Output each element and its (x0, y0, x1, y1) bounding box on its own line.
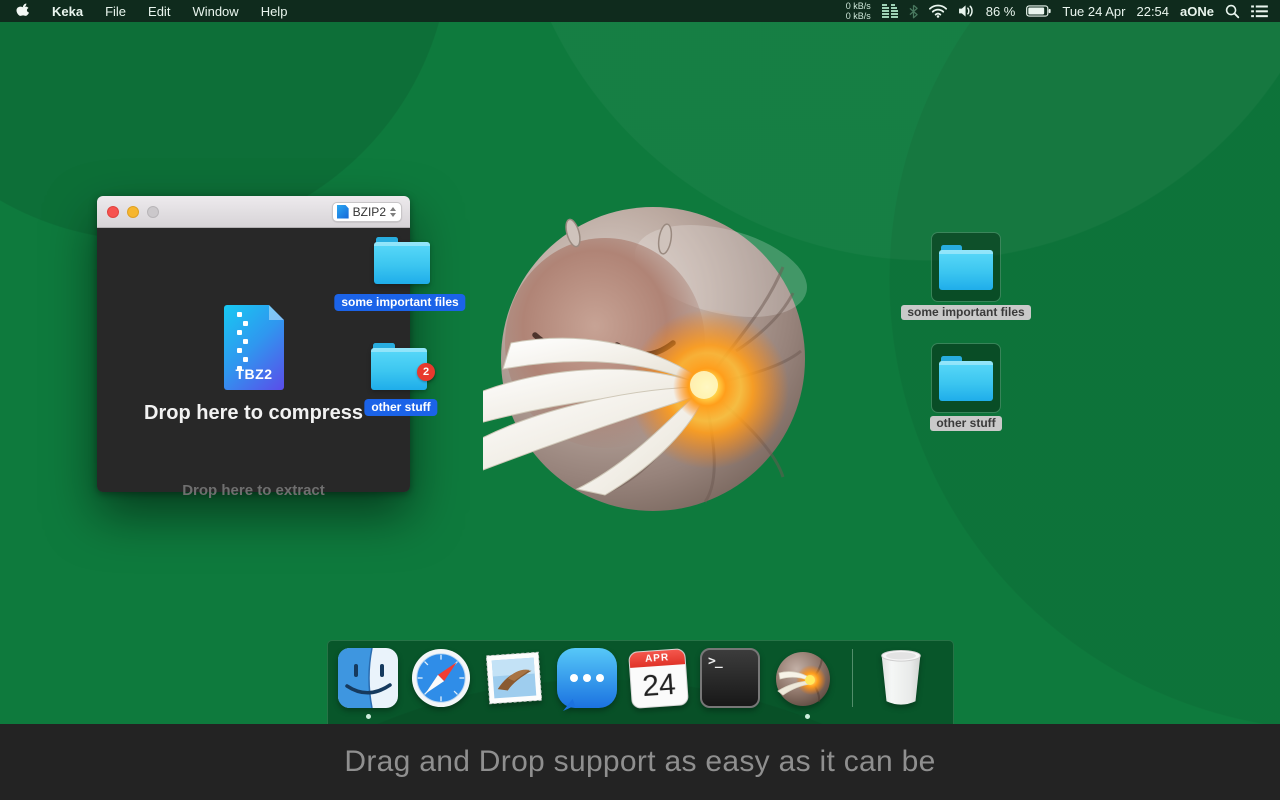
menu-bar: Keka File Edit Window Help 0 kB/s 0 kB/s (0, 0, 1280, 22)
dock-trash-icon[interactable] (872, 647, 930, 709)
network-speed-text[interactable]: 0 kB/s 0 kB/s (846, 1, 871, 21)
caption-bar: Drag and Drop support as easy as it can … (0, 724, 1280, 800)
search-icon[interactable] (1225, 4, 1240, 19)
dragged-folder-label: other stuff (364, 399, 438, 416)
dock-mail-icon[interactable] (484, 648, 544, 708)
keka-window: BZIP2 TBZ2 Drop here to compress Drop he… (97, 196, 410, 499)
finder-running-indicator (366, 714, 371, 719)
menu-edit[interactable]: Edit (148, 4, 170, 19)
desktop-folder-some-important-files[interactable]: some important files (901, 232, 1031, 320)
format-dropdown[interactable]: BZIP2 (331, 201, 402, 222)
caption-text: Drag and Drop support as easy as it can … (344, 745, 936, 778)
apple-logo-icon (16, 3, 29, 16)
network-meter-icon[interactable] (881, 4, 898, 18)
net-down: 0 kB/s (845, 11, 871, 21)
keka-running-indicator (805, 714, 810, 719)
terminal-prompt-glyph: >_ (708, 654, 723, 669)
wifi-icon[interactable] (928, 4, 947, 18)
chevron-updown-icon (390, 206, 396, 217)
page-fold (269, 305, 284, 320)
desktop-background: Keka File Edit Window Help 0 kB/s 0 kB/s (0, 0, 1280, 800)
item-count-badge: 2 (417, 363, 435, 381)
volume-icon[interactable] (958, 4, 975, 18)
window-controls (107, 205, 159, 218)
keka-mascot-illustration (483, 207, 807, 511)
drop-zone[interactable]: TBZ2 Drop here to compress Drop here to … (97, 228, 410, 499)
menubar-clock[interactable]: 22:54 (1136, 4, 1169, 19)
apple-menu[interactable] (16, 3, 30, 19)
dock-finder-icon[interactable] (338, 648, 398, 708)
close-button[interactable] (107, 205, 119, 218)
menu-app-name[interactable]: Keka (52, 4, 83, 19)
dock-separator (852, 649, 853, 707)
tbz2-file-icon: TBZ2 (224, 305, 284, 390)
battery-percent: 86 % (985, 3, 1016, 19)
calendar-day: 24 (641, 667, 677, 703)
menubar-date[interactable]: Tue 24 Apr (1062, 4, 1125, 19)
minimize-button[interactable] (127, 205, 139, 218)
input-source-menu[interactable]: aONe (1180, 4, 1214, 19)
bluetooth-icon[interactable] (909, 4, 918, 19)
desktop-folder-label: some important files (901, 305, 1031, 320)
file-type-badge: TBZ2 (235, 366, 273, 382)
dragged-folder-other-stuff[interactable]: 2 (371, 343, 435, 390)
window-titlebar[interactable]: BZIP2 (97, 196, 410, 228)
menu-help[interactable]: Help (261, 4, 288, 19)
dock-messages-icon[interactable] (557, 648, 617, 708)
dock: APR 24 >_ (327, 643, 954, 713)
net-up: 0 kB/s (845, 1, 871, 11)
dragged-folder-label: some important files (334, 294, 466, 311)
dock-safari-icon[interactable] (411, 648, 471, 708)
menu-window[interactable]: Window (192, 4, 238, 19)
drop-compress-label: Drop here to compress (144, 402, 363, 424)
drop-extract-label: Drop here to extract (182, 482, 325, 499)
dock-terminal-icon[interactable]: >_ (700, 648, 760, 708)
selection-highlight (931, 232, 1001, 302)
zoom-button-disabled (147, 205, 159, 218)
format-dropdown-value: BZIP2 (352, 204, 386, 219)
dock-keka-icon[interactable] (773, 648, 833, 708)
menu-file[interactable]: File (105, 4, 126, 19)
format-file-icon (336, 204, 349, 219)
desktop-folder-label: other stuff (930, 416, 1002, 431)
battery-icon[interactable] (1026, 5, 1051, 17)
desktop-folder-other-stuff[interactable]: other stuff (930, 343, 1002, 431)
folder-icon (939, 244, 993, 290)
dragged-folder-some-important-files[interactable] (374, 237, 430, 284)
notification-center-icon[interactable] (1251, 4, 1268, 18)
folder-icon (939, 355, 993, 401)
selection-highlight (931, 343, 1001, 413)
dock-calendar-icon[interactable]: APR 24 (628, 647, 689, 709)
